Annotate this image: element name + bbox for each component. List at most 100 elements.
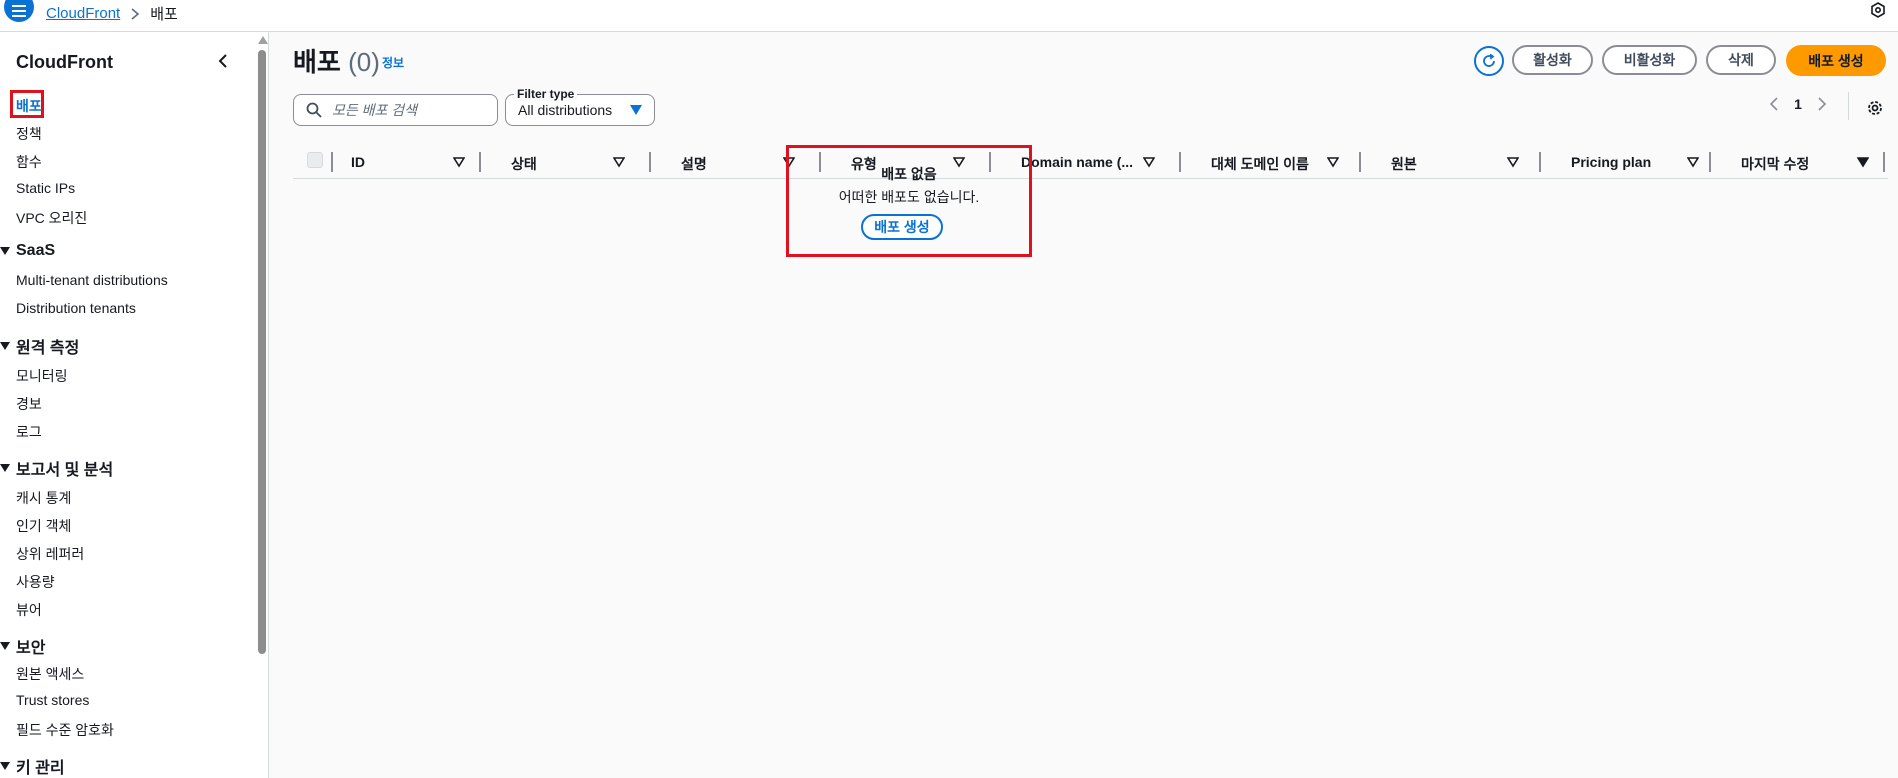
pagination-divider (1848, 92, 1849, 120)
sidebar-item-tenants[interactable]: Distribution tenants (16, 300, 136, 316)
sidebar-section-label: 키 관리 (16, 760, 65, 777)
column-header-alternate-domain[interactable]: 대체 도메인 이름 (1193, 146, 1343, 178)
sidebar-section-key-management[interactable]: 키 관리 (0, 754, 65, 778)
sidebar-item-top-referrers[interactable]: 상위 레퍼러 (16, 544, 84, 564)
sidebar-item-viewers[interactable]: 뷰어 (16, 600, 42, 620)
column-divider (479, 152, 481, 172)
sidebar-item-vpc-origins[interactable]: VPC 오리진 (16, 208, 87, 228)
column-label: Domain name (... (1021, 154, 1134, 170)
column-divider (1709, 152, 1711, 172)
sidebar-section-telemetry[interactable]: 원격 측정 (0, 334, 79, 358)
scrollbar-thumb[interactable] (258, 50, 266, 654)
sidebar: CloudFront 배포 정책 함수 Static IPs VPC 오리진 S… (0, 32, 256, 778)
empty-state-create-button[interactable]: 배포 생성 (861, 214, 943, 240)
page-number[interactable]: 1 (1784, 96, 1812, 112)
sidebar-item-alarms[interactable]: 경보 (16, 394, 42, 414)
scroll-up-arrow-icon[interactable] (258, 36, 268, 44)
sort-icon (453, 157, 465, 168)
sidebar-item-usage[interactable]: 사용량 (16, 572, 55, 592)
breadcrumb-current: 배포 (150, 6, 178, 23)
column-divider (1883, 152, 1885, 172)
previous-page-button[interactable] (1764, 94, 1784, 114)
column-header-pricing-plan[interactable]: Pricing plan (1553, 146, 1703, 178)
search-box[interactable] (293, 94, 498, 126)
column-divider (649, 152, 651, 172)
filter-type-value: All distributions (518, 102, 613, 118)
enable-button[interactable]: 활성화 (1512, 45, 1593, 75)
caret-down-icon (630, 105, 642, 115)
create-distribution-button[interactable]: 배포 생성 (1786, 45, 1886, 76)
feedback-icon[interactable] (1870, 2, 1886, 18)
menu-icon (12, 5, 26, 17)
sort-icon (1327, 157, 1339, 168)
sidebar-item-functions[interactable]: 함수 (16, 152, 42, 172)
delete-button[interactable]: 삭제 (1706, 45, 1776, 75)
caret-down-icon (0, 342, 10, 350)
column-header-description[interactable]: 설명 (663, 146, 803, 178)
sort-icon (1687, 157, 1699, 168)
next-page-button[interactable] (1812, 94, 1832, 114)
breadcrumb: CloudFront 배포 (46, 3, 178, 24)
sidebar-section-reports[interactable]: 보고서 및 분석 (0, 456, 113, 480)
column-label: 원본 (1391, 156, 1417, 172)
caret-down-icon (0, 642, 10, 650)
sidebar-item-static-ips[interactable]: Static IPs (16, 180, 75, 196)
sidebar-item-field-level-encryption[interactable]: 필드 수준 암호화 (16, 720, 114, 740)
page-title: 배포 (0) (293, 42, 380, 79)
select-all-checkbox[interactable] (307, 152, 323, 168)
sidebar-item-trust-stores[interactable]: Trust stores (16, 692, 89, 708)
sort-icon (1507, 157, 1519, 168)
refresh-icon (1483, 53, 1495, 67)
disable-button[interactable]: 비활성화 (1602, 45, 1697, 75)
column-label: 설명 (681, 156, 707, 172)
empty-state-title: 배포 없음 (881, 166, 937, 182)
sidebar-item-monitoring[interactable]: 모니터링 (16, 366, 68, 386)
main-content: 배포 (0) 정보 활성화 비활성화 삭제 배포 생성 Filter type … (269, 32, 1898, 778)
chevron-left-icon (1769, 97, 1778, 111)
sidebar-item-origin-access[interactable]: 원본 액세스 (16, 664, 84, 684)
empty-state: 배포 없음 어떠한 배포도 없습니다. 배포 생성 (786, 145, 1032, 257)
chevron-left-icon[interactable] (214, 52, 232, 70)
sidebar-title: CloudFront (16, 52, 113, 72)
caret-down-icon (0, 247, 10, 255)
sidebar-item-policies[interactable]: 정책 (16, 124, 42, 144)
chevron-right-icon (131, 7, 140, 20)
sidebar-item-cache-stats[interactable]: 캐시 통계 (16, 488, 71, 508)
table-header: ID 상태 설명 유형 Domain name (... 대체 도메인 이름 원… (293, 146, 1888, 179)
sidebar-section-saas[interactable]: SaaS (0, 242, 55, 260)
column-header-id[interactable]: ID (333, 146, 473, 178)
filter-type-select[interactable]: Filter type All distributions (505, 87, 655, 126)
menu-button[interactable] (4, 0, 34, 22)
column-label: 마지막 수정 (1741, 156, 1810, 172)
sidebar-item-popular-objects[interactable]: 인기 객체 (16, 516, 71, 536)
column-header-last-modified[interactable]: 마지막 수정 (1723, 146, 1873, 178)
info-link[interactable]: 정보 (382, 54, 404, 71)
breadcrumb-cloudfront-link[interactable]: CloudFront (46, 5, 120, 22)
search-input[interactable] (330, 101, 484, 119)
sort-icon (1143, 157, 1155, 168)
caret-down-icon (0, 762, 10, 770)
sidebar-scrollbar[interactable] (258, 36, 268, 778)
pagination: 1 (1764, 94, 1832, 114)
sidebar-section-label: 원격 측정 (16, 340, 80, 357)
sidebar-section-label: 보안 (16, 640, 46, 657)
sort-icon (1857, 157, 1869, 168)
page-title-text: 배포 (293, 47, 341, 77)
caret-down-icon (0, 464, 10, 472)
sort-icon (613, 157, 625, 168)
sidebar-item-logs[interactable]: 로그 (16, 422, 42, 442)
column-header-status[interactable]: 상태 (493, 146, 633, 178)
sidebar-section-label: SaaS (16, 242, 56, 259)
column-label: 상태 (511, 156, 537, 172)
sidebar-item-multi-tenant[interactable]: Multi-tenant distributions (16, 272, 168, 288)
column-divider (1179, 152, 1181, 172)
column-label: ID (351, 154, 365, 170)
empty-state-message: 어떠한 배포도 없습니다. (838, 189, 980, 205)
sidebar-section-security[interactable]: 보안 (0, 634, 45, 658)
refresh-button[interactable] (1474, 46, 1504, 76)
settings-gear-icon[interactable] (1865, 98, 1885, 118)
sidebar-section-label: 보고서 및 분석 (16, 462, 114, 479)
column-header-origin[interactable]: 원본 (1373, 146, 1523, 178)
column-divider (1359, 152, 1361, 172)
sidebar-item-distributions[interactable]: 배포 (16, 96, 42, 116)
